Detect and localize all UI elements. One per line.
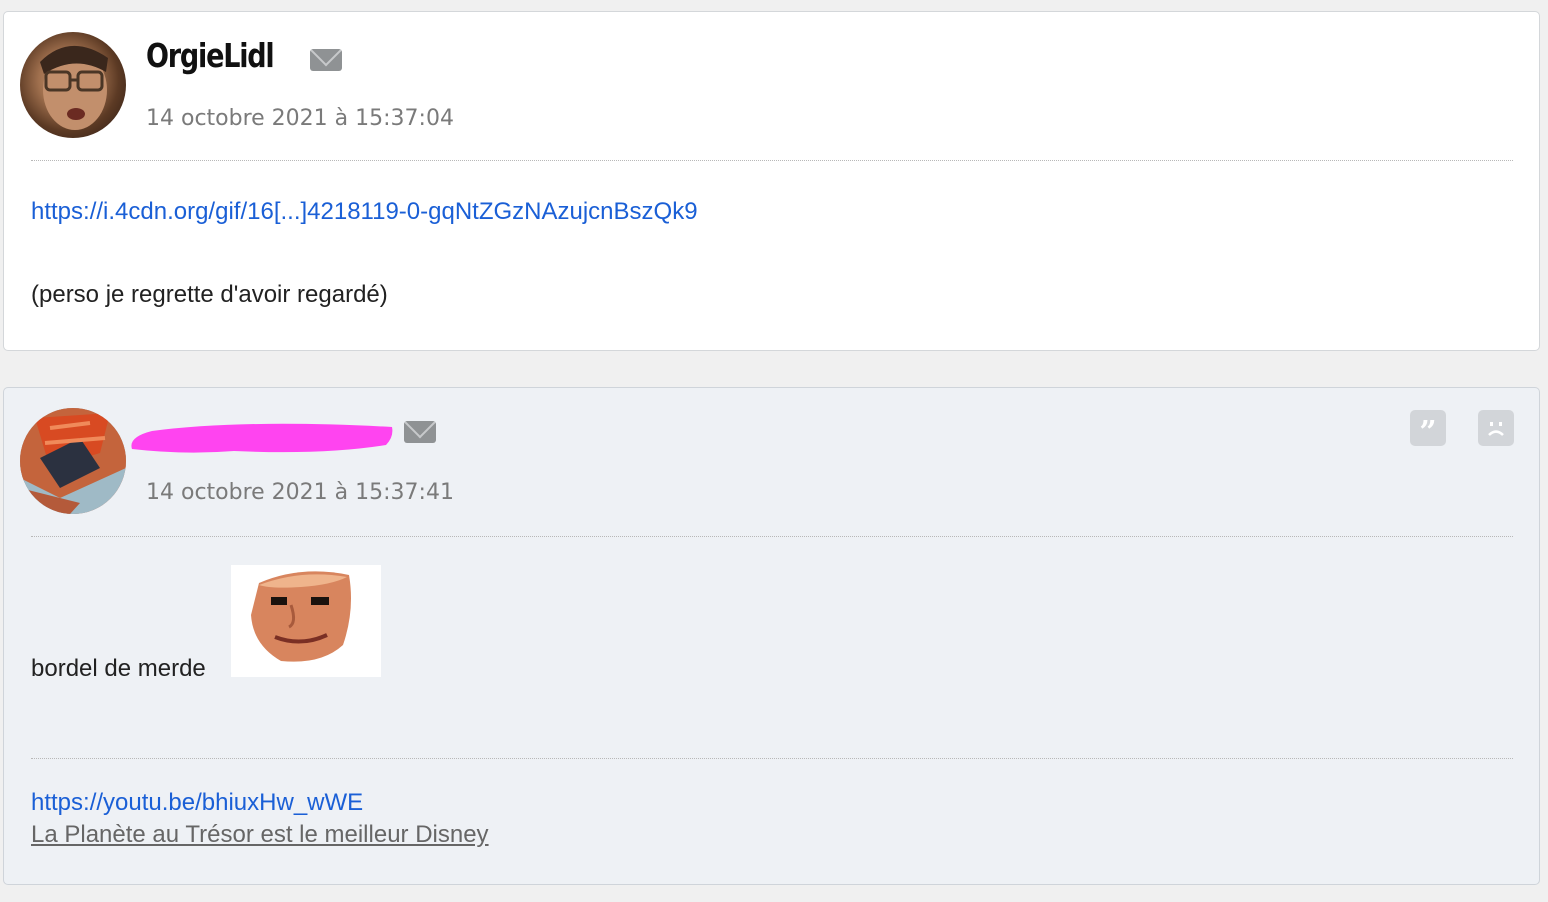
quote-icon: ” [1419,415,1437,450]
signature-separator [31,758,1513,759]
avatar-art-image [20,408,126,514]
username[interactable]: OrgieLidl [146,36,275,75]
signature-link[interactable]: https://youtu.be/bhiuxHw_wWE [31,789,363,817]
post-link[interactable]: https://i.4cdn.org/gif/16[...]4218119-0-… [31,198,698,226]
username-redaction [131,423,393,453]
avatar-user[interactable] [20,408,126,514]
separator [31,536,1513,537]
avatar-face-image [40,45,108,130]
signature-text[interactable]: La Planète au Trésor est le meilleur Dis… [31,821,489,849]
post-date: 14 octobre 2021 à 15:37:41 [146,480,454,505]
post-1: OrgieLidl 14 octobre 2021 à 15:37:04 htt… [3,11,1540,351]
avatar-orgielidl[interactable] [20,32,126,138]
mail-icon[interactable] [310,49,342,71]
report-button[interactable] [1478,410,1514,446]
separator [31,160,1513,161]
sad-face-icon [1484,416,1508,440]
post-text: bordel de merde [31,655,206,682]
quote-button[interactable]: ” [1410,410,1446,450]
sticker-image [231,565,381,677]
post-date: 14 octobre 2021 à 15:37:04 [146,106,454,131]
post-2: ” 14 octobre 2021 à 15:37:41 bordel de m… [3,387,1540,885]
mail-icon[interactable] [404,421,436,443]
post-text: (perso je regrette d'avoir regardé) [31,281,388,308]
